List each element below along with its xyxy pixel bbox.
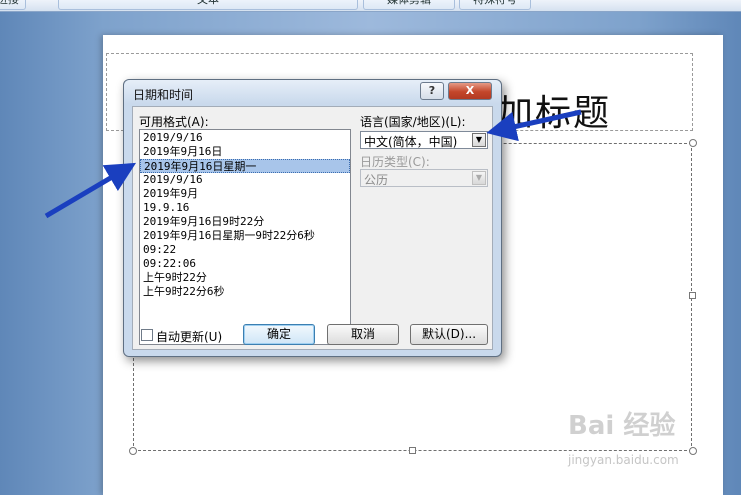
resize-handle-bottom[interactable] <box>409 447 416 454</box>
list-item[interactable]: 2019年9月16日 <box>140 145 350 159</box>
list-item[interactable]: 2019年9月16日星期一9时22分6秒 <box>140 229 350 243</box>
chevron-down-icon[interactable]: ▼ <box>472 171 486 185</box>
default-button[interactable]: 默认(D)... <box>410 324 488 345</box>
ribbon-tab-text[interactable]: 文本 <box>58 0 358 10</box>
language-select[interactable]: 中文(简体，中国) ▼ <box>360 131 488 149</box>
resize-handle-bottom-left[interactable] <box>129 447 137 455</box>
auto-update-checkbox[interactable] <box>141 329 153 341</box>
calendar-type-value: 公历 <box>364 173 389 187</box>
resize-handle-right[interactable] <box>689 292 696 299</box>
list-item[interactable]: 上午9时22分 <box>140 271 350 285</box>
resize-handle-top-right[interactable] <box>689 139 697 147</box>
calendar-type-label: 日历类型(C): <box>360 155 430 169</box>
ribbon-tab-symbols[interactable]: 特殊符号 <box>459 0 531 10</box>
dialog-body: 可用格式(A): 2019/9/16 2019年9月16日 2019年9月16日… <box>132 106 493 350</box>
baidu-watermark-url: jingyan.baidu.com <box>568 453 679 467</box>
ribbon-tab-media[interactable]: 媒体剪辑 <box>363 0 455 10</box>
list-item-selected[interactable]: 2019年9月16日星期一 <box>140 159 350 173</box>
ribbon-tab-link[interactable]: 进接 <box>0 0 26 10</box>
dialog-title: 日期和时间 <box>133 88 194 102</box>
ok-button[interactable]: 确定 <box>243 324 315 345</box>
resize-handle-bottom-right[interactable] <box>689 447 697 455</box>
list-item[interactable]: 2019/9/16 <box>140 131 350 145</box>
help-button[interactable]: ? <box>420 82 444 100</box>
list-item[interactable]: 2019年9月16日9时22分 <box>140 215 350 229</box>
date-time-dialog: 日期和时间 ? X 可用格式(A): 2019/9/16 2019年9月16日 … <box>123 79 502 357</box>
language-label: 语言(国家/地区)(L): <box>360 115 466 129</box>
list-item[interactable]: 2019/9/16 <box>140 173 350 187</box>
close-button[interactable]: X <box>448 82 492 100</box>
list-item[interactable]: 2019年9月 <box>140 187 350 201</box>
format-list[interactable]: 2019/9/16 2019年9月16日 2019年9月16日星期一 2019/… <box>139 129 351 345</box>
list-item[interactable]: 19.9.16 <box>140 201 350 215</box>
available-formats-label: 可用格式(A): <box>139 115 209 129</box>
list-item[interactable]: 上午9时22分6秒 <box>140 285 350 299</box>
calendar-type-select[interactable]: 公历 ▼ <box>360 169 488 187</box>
auto-update-label[interactable]: 自动更新(U) <box>156 328 222 345</box>
ribbon: 进接 文本 媒体剪辑 特殊符号 <box>0 0 741 12</box>
list-item[interactable]: 09:22 <box>140 243 350 257</box>
chevron-down-icon[interactable]: ▼ <box>472 133 486 147</box>
language-value: 中文(简体，中国) <box>364 135 458 149</box>
baidu-watermark: Bai 经验 <box>568 411 676 441</box>
list-item[interactable]: 09:22:06 <box>140 257 350 271</box>
dialog-titlebar[interactable]: 日期和时间 ? X <box>124 80 501 104</box>
cancel-button[interactable]: 取消 <box>327 324 399 345</box>
